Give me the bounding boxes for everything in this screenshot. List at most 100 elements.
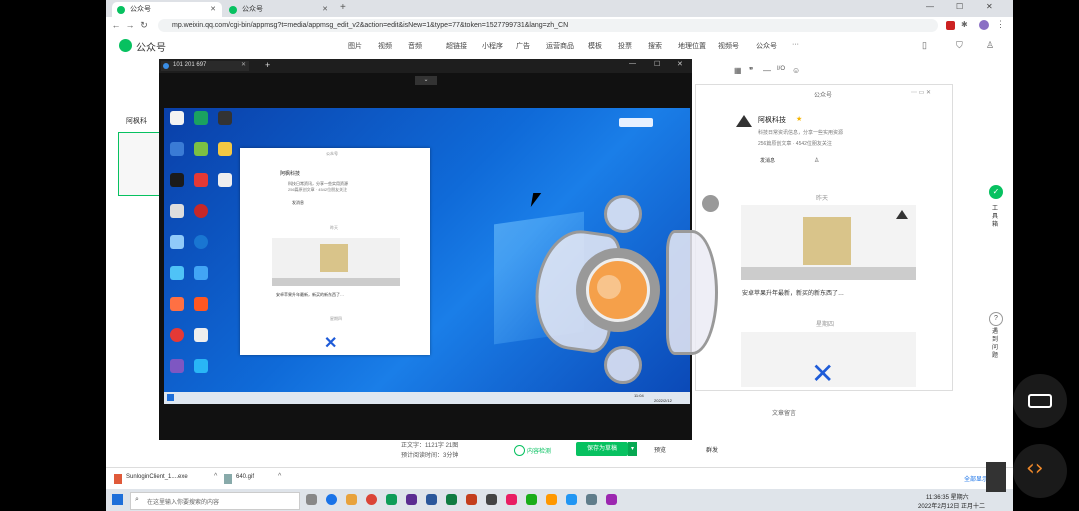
preview-button[interactable]: 预览 xyxy=(654,445,666,454)
feedback-label[interactable]: 遇到问题 xyxy=(992,328,1000,360)
terminal-icon[interactable] xyxy=(486,494,497,505)
desktop-icon[interactable] xyxy=(170,204,184,218)
menu-more[interactable]: ··· xyxy=(792,41,799,48)
chevron-down-icon[interactable]: ▾ xyxy=(628,442,637,456)
back-icon[interactable]: ← xyxy=(110,19,122,31)
taskbar-search[interactable]: ⌕ 在这里输入你要搜索的内容 xyxy=(130,492,300,510)
notes-icon[interactable] xyxy=(546,494,557,505)
desktop-icon[interactable] xyxy=(194,235,208,249)
help-icon[interactable]: ? xyxy=(989,312,1003,326)
gamepad-joystick[interactable] xyxy=(586,258,650,322)
desktop-icon[interactable] xyxy=(194,359,208,373)
close-icon[interactable]: ✕ xyxy=(210,2,216,17)
remote-badge[interactable] xyxy=(619,118,653,127)
inner-article-card[interactable] xyxy=(272,238,400,286)
menu-icon[interactable]: ⋮ xyxy=(996,19,1005,30)
desktop-icon[interactable] xyxy=(194,173,208,187)
premiere-icon[interactable] xyxy=(406,494,417,505)
sunlogin-icon[interactable] xyxy=(566,494,577,505)
save-draft-button[interactable]: 保存为草稿 xyxy=(576,442,628,456)
inner-wechat-window[interactable]: 公众号 阿枫科技 科技日常资讯，分享一些实用资源 256篇原创文章 · 4542… xyxy=(240,148,430,355)
avatar[interactable] xyxy=(979,20,989,30)
article-card-2[interactable]: ✕ xyxy=(741,332,916,390)
menu-miniapp[interactable]: 小程序 xyxy=(482,41,503,51)
menu-account[interactable]: 公众号 xyxy=(756,41,777,51)
desktop-icon[interactable] xyxy=(218,111,232,125)
desktop-icon[interactable] xyxy=(170,111,184,125)
forward-icon[interactable]: → xyxy=(124,19,136,31)
menu-link[interactable]: 超链接 xyxy=(446,41,467,51)
code-icon[interactable]: I/O xyxy=(777,66,785,72)
download-item-2[interactable]: 640.gif xyxy=(236,474,254,480)
menu-video[interactable]: 视频 xyxy=(378,41,392,51)
maximize-button[interactable]: ☐ xyxy=(956,2,963,11)
gamepad-up-button[interactable] xyxy=(604,195,642,233)
close-window-button[interactable]: ✕ xyxy=(986,2,993,11)
close-icon[interactable]: ✕ xyxy=(322,2,328,17)
tab-mp-1[interactable]: 公众号 ✕ xyxy=(112,2,222,17)
desktop-icon[interactable] xyxy=(218,173,232,187)
chevron-down-icon[interactable]: ⌄ xyxy=(415,76,437,85)
extension-icon[interactable] xyxy=(946,21,955,30)
doc-icon[interactable]: ▯ xyxy=(922,40,927,51)
desktop-icon[interactable] xyxy=(194,297,208,311)
task-view-icon[interactable] xyxy=(306,494,317,505)
music-icon[interactable] xyxy=(506,494,517,505)
tab-mp-2[interactable]: 公众号 ✕ xyxy=(224,2,334,17)
publish-button[interactable]: 群发 xyxy=(706,445,718,454)
windows-start-icon[interactable] xyxy=(112,494,123,505)
menu-channels[interactable]: 视频号 xyxy=(718,41,739,51)
desktop-icon[interactable] xyxy=(218,142,232,156)
desktop-icon[interactable] xyxy=(194,204,208,218)
close-window-button[interactable]: ✕ xyxy=(677,60,683,68)
app2-icon[interactable] xyxy=(606,494,617,505)
inner-msg[interactable]: 安卓苹果升年最新，新买的新东西了… xyxy=(276,292,344,298)
window-controls[interactable]: ⋯ ▭ ✕ xyxy=(911,89,931,96)
desktop-icon[interactable] xyxy=(194,266,208,280)
inner-send-button[interactable]: 发消息 xyxy=(292,200,304,206)
shield-icon[interactable]: ⛉ xyxy=(956,40,963,51)
app-icon[interactable] xyxy=(386,494,397,505)
wechat-taskbar-icon[interactable] xyxy=(526,494,537,505)
show-all-link[interactable]: 全部显示 xyxy=(964,474,988,483)
checkmark-icon[interactable]: ✓ xyxy=(989,185,1003,199)
edge-icon[interactable] xyxy=(326,494,337,505)
puzzle-icon[interactable]: ✱ xyxy=(961,20,968,29)
desktop-icon[interactable] xyxy=(194,111,208,125)
content-check-button[interactable]: 内容检测 xyxy=(527,446,551,455)
comment-link[interactable]: 文章留言 xyxy=(772,408,796,417)
gamepad-small-button[interactable] xyxy=(702,195,719,212)
menu-search[interactable]: 搜索 xyxy=(648,41,662,51)
desktop-icon[interactable] xyxy=(170,235,184,249)
menu-image[interactable]: 图片 xyxy=(348,41,362,51)
gamepad-down-button[interactable] xyxy=(604,346,642,384)
desktop-icon[interactable] xyxy=(170,142,184,156)
chrome-icon[interactable] xyxy=(366,494,377,505)
profile-icon[interactable]: ♙ xyxy=(814,157,819,164)
divider-icon[interactable]: — xyxy=(763,66,771,75)
menu-audio[interactable]: 音频 xyxy=(408,41,422,51)
settings-icon[interactable] xyxy=(586,494,597,505)
remote-tab[interactable]: 101 201 697 ✕ xyxy=(161,61,249,71)
new-tab-button[interactable]: + xyxy=(340,2,346,13)
user-icon[interactable]: ♙ xyxy=(986,40,994,51)
quote-icon[interactable]: ❞ xyxy=(749,66,753,75)
chevron-up-icon[interactable]: ^ xyxy=(214,473,217,480)
menu-location[interactable]: 地理位置 xyxy=(678,41,706,51)
maximize-button[interactable]: ☐ xyxy=(654,60,660,68)
thumbnail[interactable] xyxy=(986,462,1006,492)
folder-icon[interactable] xyxy=(346,494,357,505)
windows-start-icon[interactable] xyxy=(167,394,174,401)
menu-ad[interactable]: 广告 xyxy=(516,41,530,51)
menu-template[interactable]: 模板 xyxy=(588,41,602,51)
toolbox-label[interactable]: 工具箱 xyxy=(992,205,1000,229)
emoji-icon[interactable]: ☺ xyxy=(792,66,800,75)
desktop-icon[interactable] xyxy=(170,297,184,311)
close-icon[interactable]: ✕ xyxy=(241,61,246,68)
keyboard-button[interactable] xyxy=(1013,374,1067,428)
reload-icon[interactable]: ↻ xyxy=(138,19,150,31)
desktop-icon[interactable] xyxy=(170,173,184,187)
url-field[interactable]: mp.weixin.qq.com/cgi-bin/appmsg?t=media/… xyxy=(158,19,938,32)
new-tab-button[interactable]: + xyxy=(265,60,270,70)
desktop-icon[interactable] xyxy=(194,328,208,342)
